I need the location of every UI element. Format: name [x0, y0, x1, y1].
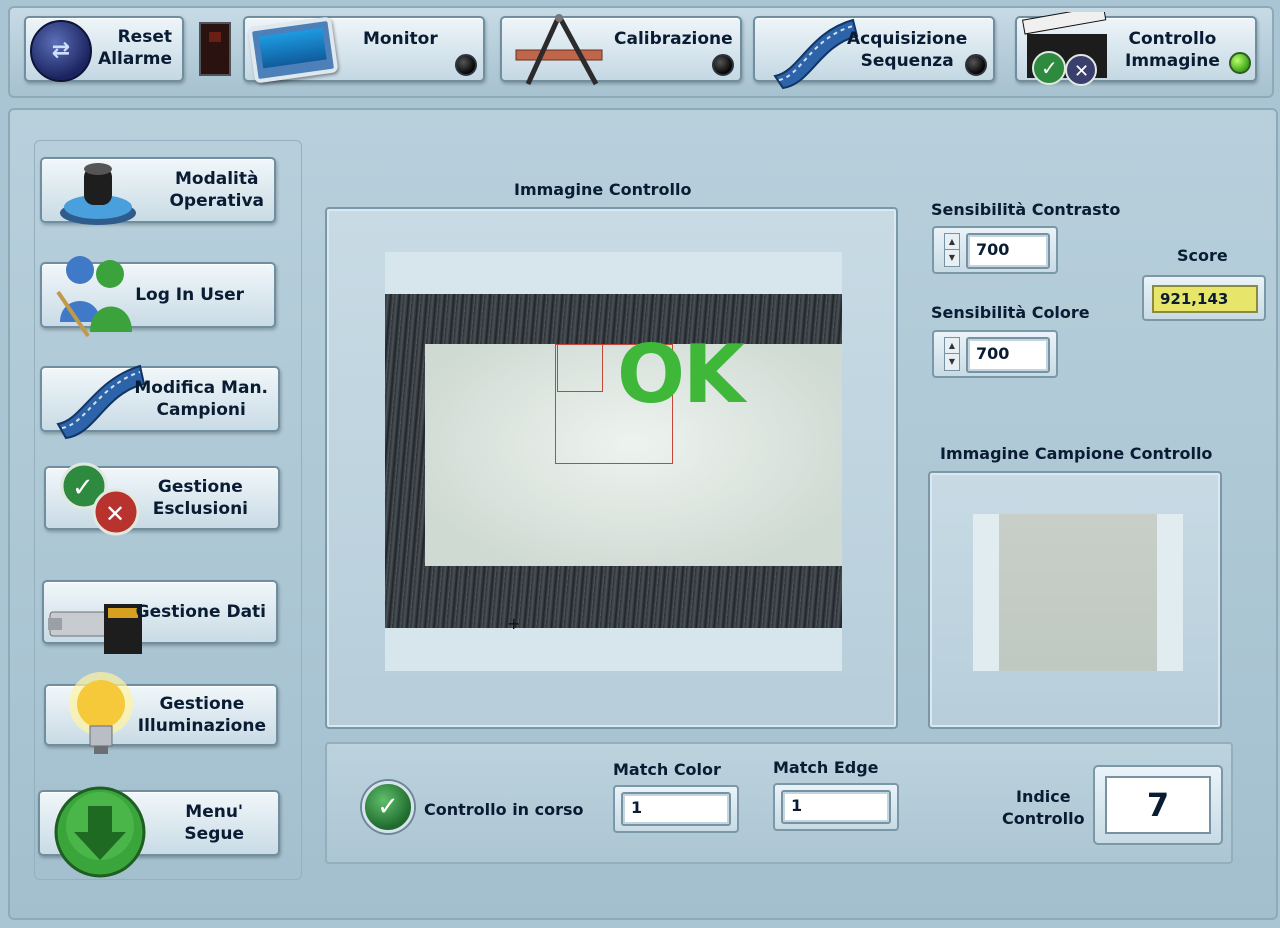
joystick-icon [58, 161, 138, 227]
operating-mode-label: Modalità Operativa [169, 169, 264, 211]
compass-icon [514, 12, 604, 88]
spin-up-icon[interactable]: ▲ [945, 234, 959, 250]
sidebar-item-next-menu[interactable]: Menu' Segue [38, 786, 280, 878]
spin-down-icon[interactable]: ▼ [945, 354, 959, 370]
clapperboard-icon: ✓ ✕ [1019, 5, 1113, 92]
film-strip-icon [52, 360, 146, 440]
reset-icon: ⇄ [30, 20, 92, 82]
monitor-led [455, 54, 477, 76]
image-control-label: Controllo Immagine [1125, 29, 1220, 71]
svg-text:✕: ✕ [105, 500, 125, 528]
calibration-label: Calibrazione [614, 29, 733, 49]
lighting-label: Gestione Illuminazione [137, 694, 266, 736]
sidebar-item-operating-mode[interactable]: Modalità Operativa [40, 157, 276, 225]
sidebar-item-login-user[interactable]: Log In User [40, 256, 276, 338]
svg-text:✓: ✓ [72, 473, 94, 503]
users-icon [52, 252, 142, 340]
contrast-sensitivity-label: Sensibilità Contrasto [931, 200, 1121, 219]
calibration-button[interactable]: Calibrazione [500, 14, 742, 86]
usb-drive-icon [46, 582, 146, 656]
control-index-label: Indice Controllo [1002, 787, 1085, 828]
image-control-title: Immagine Controllo [514, 180, 692, 199]
control-index-value: 7 [1105, 776, 1211, 834]
image-control-button[interactable]: ✓ ✕ Controllo Immagine [1015, 5, 1257, 86]
sidebar-item-edit-samples[interactable]: Modifica Man. Campioni [40, 364, 280, 440]
score-display: 921,143 [1142, 275, 1266, 321]
check-cross-icon: ✓ ✕ [58, 462, 144, 538]
acquisition-sequence-button[interactable]: Acquisizione Sequenza [753, 16, 995, 90]
acquisition-led [965, 54, 987, 76]
monitor-icon [247, 16, 339, 84]
spin-up-icon[interactable]: ▲ [945, 338, 959, 354]
svg-text:✓: ✓ [1041, 56, 1058, 80]
camera-dark-band: OK + [385, 294, 842, 632]
light-bulb-icon [66, 670, 136, 760]
match-edge-label: Match Edge [773, 758, 879, 777]
login-user-label: Log In User [135, 285, 244, 305]
match-color-field[interactable]: 1 [621, 792, 731, 826]
sample-image-title: Immagine Campione Controllo [940, 444, 1213, 463]
spin-down-icon[interactable]: ▼ [945, 250, 959, 266]
reset-alarm-button[interactable]: ⇄ Reset Allarme [24, 16, 184, 82]
film-strip-icon [769, 12, 859, 90]
camera-image: OK + [385, 252, 842, 671]
edit-samples-label: Modifica Man. Campioni [134, 378, 268, 420]
data-management-label: Gestione Dati [135, 602, 266, 622]
sidebar-item-data-management[interactable]: Gestione Dati [42, 580, 278, 654]
monitor-label: Monitor [363, 29, 438, 49]
color-spinner[interactable]: ▲ ▼ [944, 337, 960, 371]
sidebar-item-exclusions[interactable]: ✓ ✕ Gestione Esclusioni [44, 462, 280, 536]
image-control-led [1229, 52, 1251, 74]
alarm-indicator [199, 22, 231, 76]
color-sensitivity-input[interactable]: 700 [966, 337, 1050, 373]
ok-result-text: OK [617, 328, 745, 421]
check-icon: ✓ [362, 781, 414, 833]
svg-text:✕: ✕ [1074, 61, 1089, 82]
sidebar-item-lighting[interactable]: Gestione Illuminazione [44, 672, 278, 754]
contrast-spinner[interactable]: ▲ ▼ [944, 233, 960, 267]
score-value: 921,143 [1152, 285, 1258, 313]
monitor-button[interactable]: Monitor [243, 16, 485, 84]
color-sensitivity-label: Sensibilità Colore [931, 303, 1090, 322]
sample-image [973, 514, 1183, 671]
sample-patch [999, 514, 1157, 671]
acquisition-sequence-label: Acquisizione Sequenza [847, 29, 968, 71]
control-index-display: 7 [1093, 765, 1223, 845]
calibration-led [712, 54, 734, 76]
match-edge-field[interactable]: 1 [781, 790, 891, 824]
next-menu-label: Menu' Segue [184, 802, 244, 844]
crosshair-icon: + [507, 614, 521, 633]
exclusions-label: Gestione Esclusioni [152, 477, 248, 519]
contrast-sensitivity-input[interactable]: 700 [966, 233, 1050, 269]
match-color-label: Match Color [613, 760, 721, 779]
arrow-down-icon [52, 786, 148, 882]
score-label: Score [1177, 246, 1228, 265]
reset-alarm-label: Reset Allarme [98, 27, 172, 69]
control-in-progress-label: Controllo in corso [424, 800, 584, 819]
